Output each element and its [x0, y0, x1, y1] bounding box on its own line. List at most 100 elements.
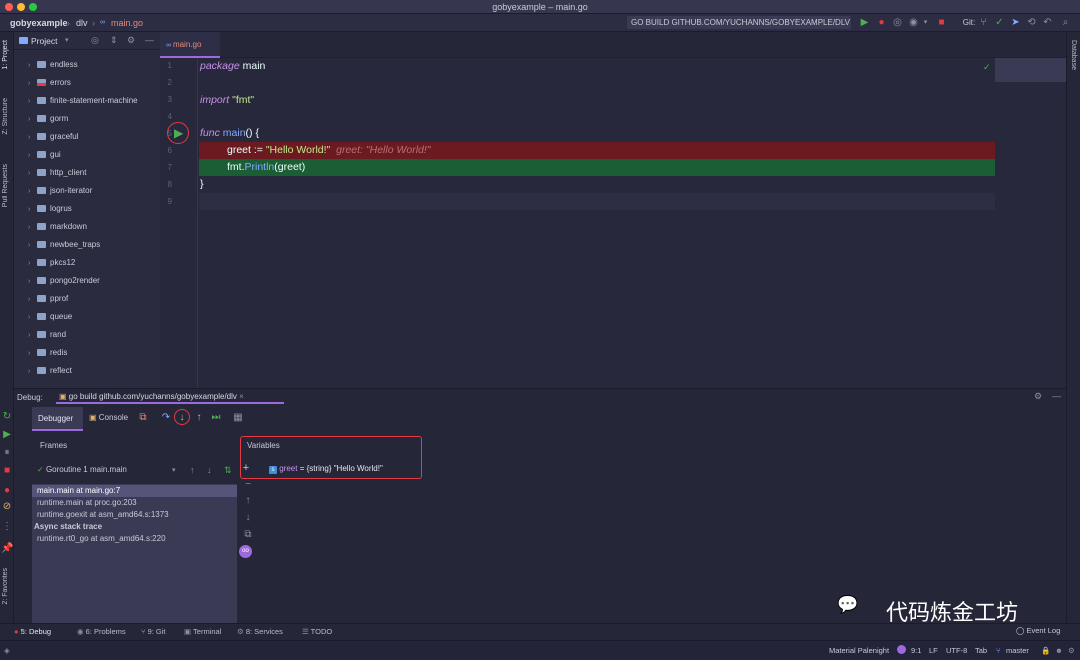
project-tree-item[interactable]: › errors	[28, 74, 71, 92]
expand-chevron-icon[interactable]: ›	[28, 165, 37, 183]
stop-debug-icon[interactable]: ■	[1, 465, 13, 477]
editor-gutter[interactable]: 123456789	[160, 58, 198, 388]
remove-watch-icon[interactable]: −	[242, 479, 254, 491]
project-tree-item[interactable]: › json-iterator	[28, 182, 92, 200]
expand-chevron-icon[interactable]: ›	[28, 75, 37, 93]
code-editor[interactable]: 123456789 package main import "fmt" func…	[160, 58, 1066, 388]
project-tree-item[interactable]: › markdown	[28, 218, 87, 236]
notifications-gear-icon[interactable]: ⚙	[1068, 646, 1075, 655]
project-tree-item[interactable]: › endless	[28, 56, 78, 74]
lock-icon[interactable]: 🔒	[1041, 646, 1050, 655]
expand-chevron-icon[interactable]: ›	[28, 327, 37, 345]
expand-chevron-icon[interactable]: ›	[28, 219, 37, 237]
run-configuration-select[interactable]: GO BUILD GITHUB.COM/YUCHANNS/GOBYEXAMPLE…	[627, 16, 851, 29]
expand-chevron-icon[interactable]: ›	[28, 345, 37, 363]
breadcrumb-file[interactable]: main.go	[111, 18, 143, 28]
project-tree-item[interactable]: › newbee_traps	[28, 236, 100, 254]
tool-tab-pull-requests[interactable]: Pull Requests	[2, 164, 9, 207]
debug-session-tab[interactable]: ▣ go build github.com/yuchanns/gobyexamp…	[56, 389, 284, 404]
expand-chevron-icon[interactable]: ›	[28, 129, 37, 147]
frame-item[interactable]: runtime.goexit at asm_amd64.s:1373	[32, 509, 237, 521]
git-history-icon[interactable]: ⟲	[1026, 17, 1037, 28]
expand-chevron-icon[interactable]: ›	[28, 183, 37, 201]
close-session-icon[interactable]: ×	[239, 392, 244, 401]
tool-tab-project[interactable]: 1: Project	[2, 40, 9, 70]
expand-chevron-icon[interactable]: ›	[28, 291, 37, 309]
project-tree-item[interactable]: › reflect	[28, 362, 72, 380]
project-tree-item[interactable]: › queue	[28, 308, 72, 326]
show-execution-point-icon[interactable]: ⧉	[137, 412, 149, 424]
debug-hide-icon[interactable]: —	[1052, 391, 1061, 401]
minimap[interactable]	[995, 58, 1066, 82]
editor-tab-main-go[interactable]: ∞ main.go	[160, 32, 220, 58]
resume-icon[interactable]: ▶	[1, 429, 13, 441]
run-icon[interactable]: ▶	[859, 17, 870, 28]
line-number[interactable]: 4	[162, 112, 172, 121]
breadcrumb-project[interactable]: gobyexample	[10, 18, 68, 28]
goroutine-dropdown-chevron-icon[interactable]: ▾	[172, 466, 176, 474]
tool-tab-database[interactable]: Database	[1070, 40, 1077, 70]
move-watch-up-icon[interactable]: ↑	[242, 495, 254, 507]
rerun-icon[interactable]: ↻	[1, 411, 13, 423]
bottom-tab[interactable]: ☰ TODO	[302, 627, 332, 636]
tool-tab-structure[interactable]: Z: Structure	[2, 98, 9, 135]
hide-panel-icon[interactable]: —	[145, 35, 154, 45]
project-tree-item[interactable]: › http_client	[28, 164, 86, 182]
status-encoding[interactable]: UTF-8	[946, 646, 967, 655]
run-gutter-icon[interactable]: ▶	[174, 126, 183, 140]
expand-chevron-icon[interactable]: ›	[28, 147, 37, 165]
git-commit-icon[interactable]: ✓	[994, 17, 1005, 28]
search-everywhere-icon[interactable]: ⌕	[1060, 17, 1071, 28]
move-watch-down-icon[interactable]: ↓	[242, 512, 254, 524]
view-breakpoints-icon[interactable]: ●	[1, 485, 13, 497]
expand-chevron-icon[interactable]: ›	[28, 363, 37, 381]
rollback-icon[interactable]: ↶	[1042, 17, 1053, 28]
expand-chevron-icon[interactable]: ›	[28, 237, 37, 255]
frame-up-icon[interactable]: ↑	[190, 465, 195, 475]
project-tree-item[interactable]: › logrus	[28, 200, 72, 218]
variable-item-greet[interactable]: s greet = {string} "Hello World!"	[269, 464, 383, 474]
bottom-tab[interactable]: ● 5: Debug	[14, 627, 51, 636]
expand-chevron-icon[interactable]: ›	[28, 111, 37, 129]
more-icon[interactable]: ⋮	[1, 521, 13, 533]
tab-debugger[interactable]: Debugger	[32, 407, 83, 431]
project-view-chevron-icon[interactable]: ▾	[65, 36, 69, 44]
locate-file-icon[interactable]: ◎	[91, 35, 99, 46]
project-tree-item[interactable]: › pkcs12	[28, 254, 75, 272]
project-tree-item[interactable]: › redis	[28, 344, 67, 362]
expand-chevron-icon[interactable]: ›	[28, 255, 37, 273]
status-branch[interactable]: master	[1006, 646, 1029, 655]
expand-chevron-icon[interactable]: ›	[28, 201, 37, 219]
expand-chevron-icon[interactable]: ›	[28, 273, 37, 291]
step-over-icon[interactable]: ↷	[160, 412, 172, 424]
coverage-icon[interactable]: ◎	[892, 17, 903, 28]
stop-icon[interactable]: ■	[936, 17, 947, 28]
bottom-tab[interactable]: ⚙ 8: Services	[237, 627, 283, 636]
pin-icon[interactable]: 📌	[1, 543, 13, 555]
expand-chevron-icon[interactable]: ›	[28, 93, 37, 111]
project-tree-item[interactable]: › graceful	[28, 128, 78, 146]
line-number[interactable]: 3	[162, 95, 172, 104]
tool-tab-favorites[interactable]: 2: Favorites	[2, 568, 9, 605]
status-position[interactable]: 9:1	[911, 646, 921, 655]
status-line-separator[interactable]: LF	[929, 646, 938, 655]
run-to-cursor-icon[interactable]: ⏭	[210, 412, 222, 424]
project-tree-item[interactable]: › gui	[28, 146, 61, 164]
inspection-ok-icon[interactable]: ✓	[983, 62, 991, 73]
status-theme[interactable]: Material Palenight	[829, 646, 889, 655]
project-panel-title[interactable]: Project	[31, 36, 57, 46]
line-number[interactable]: 1	[162, 61, 172, 70]
expand-chevron-icon[interactable]: ›	[28, 57, 37, 75]
line-number[interactable]: 8	[162, 180, 172, 189]
project-tree-item[interactable]: › pprof	[28, 290, 68, 308]
frame-item-selected[interactable]: main.main at main.go:7	[32, 485, 237, 497]
line-number[interactable]: 7	[162, 163, 172, 172]
debug-icon[interactable]: ●	[876, 17, 887, 28]
profile-icon[interactable]: ◉	[908, 17, 919, 28]
line-number[interactable]: 6	[162, 146, 172, 155]
line-number[interactable]: 2	[162, 78, 172, 87]
frame-item[interactable]: runtime.rt0_go at asm_amd64.s:220	[32, 533, 237, 545]
bottom-tab[interactable]: ◉ 6: Problems	[77, 627, 126, 636]
show-types-icon[interactable]: oo	[239, 545, 252, 558]
frame-item[interactable]: runtime.main at proc.go:203	[32, 497, 237, 509]
